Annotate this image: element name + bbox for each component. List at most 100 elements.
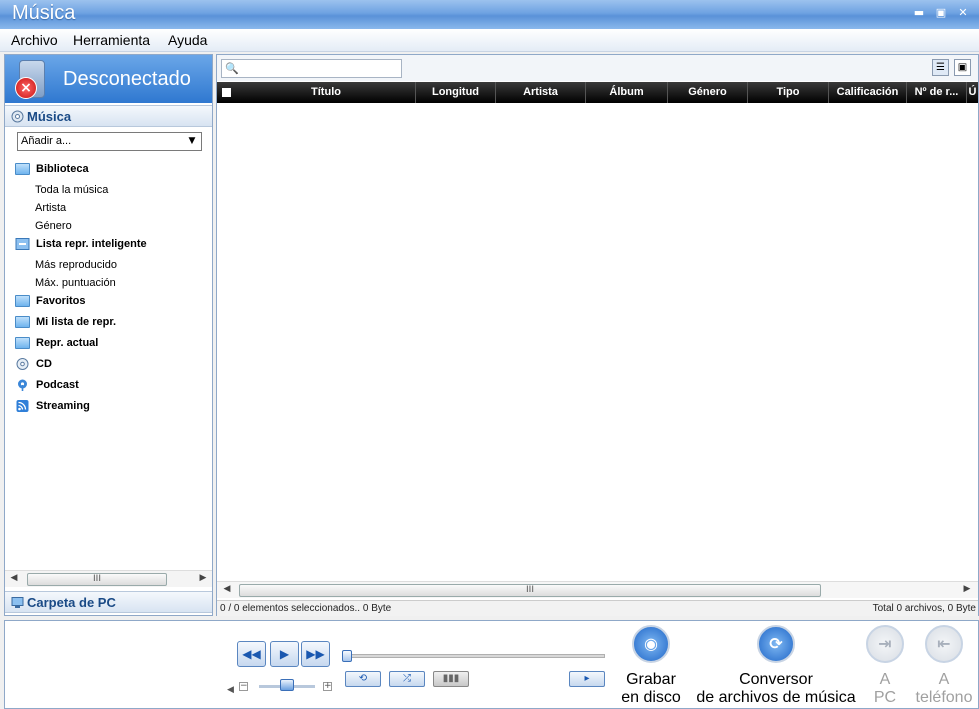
disconnected-icon: × — [15, 77, 37, 99]
menu-herramienta[interactable]: Herramienta — [73, 32, 150, 48]
to-pc-button[interactable]: ⇥ A PC — [863, 625, 907, 707]
grid-view-button[interactable]: ▣ — [954, 59, 971, 76]
tree-label: Biblioteca — [36, 163, 89, 175]
music-converter-button[interactable]: ⟳ Conversor de archivos de música — [691, 625, 861, 707]
tree-item-mi-lista[interactable]: Mi lista de repr. — [15, 316, 116, 328]
list-horizontal-scrollbar[interactable]: ◀ III ▶ — [217, 581, 978, 598]
convert-icon: ⟳ — [757, 625, 795, 663]
player-bar: ◀◀ ▶ ▶▶ ⟲ ⤮ ▮▮▮ ▸ ◀ − + ◉ Grabar en disc… — [4, 620, 979, 709]
selection-status: 0 / 0 elementos seleccionados.. 0 Byte — [220, 603, 392, 614]
column-titulo[interactable]: Título — [237, 82, 416, 103]
seek-slider[interactable] — [342, 650, 605, 662]
tree-label: Streaming — [36, 400, 90, 412]
volume-up-button[interactable]: + — [323, 682, 332, 691]
tree-item-artista[interactable]: Artista — [35, 202, 66, 214]
left-horizontal-scrollbar[interactable]: ◀ III ▶ — [5, 570, 212, 587]
add-to-dropdown[interactable]: Añadir a... ▼ — [17, 132, 202, 151]
tree-item-repr-actual[interactable]: Repr. actual — [15, 337, 98, 349]
tree-label: Mi lista de repr. — [36, 316, 117, 328]
to-phone-icon: ⇤ — [925, 625, 963, 663]
equalizer-button[interactable]: ▮▮▮ — [433, 671, 469, 687]
scroll-right-arrow[interactable]: ▶ — [196, 573, 210, 583]
burn-disc-icon: ◉ — [632, 625, 670, 663]
minimize-button[interactable]: ▬ — [911, 6, 927, 20]
smart-playlist-icon — [15, 238, 30, 250]
tree-label: Favoritos — [36, 295, 86, 307]
monitor-icon — [11, 597, 24, 608]
to-phone-button[interactable]: ⇤ A teléfono — [911, 625, 977, 707]
window-controls: ▬ ▣ ✕ — [911, 6, 971, 20]
tree-label: Repr. actual — [36, 337, 99, 349]
rss-icon — [16, 400, 29, 412]
column-artista[interactable]: Artista — [496, 82, 586, 103]
burn-label-line1: Grabar — [626, 671, 676, 688]
tree-item-podcast[interactable]: Podcast — [15, 379, 79, 391]
scroll-left-arrow[interactable]: ◀ — [7, 573, 21, 583]
scroll-right-arrow[interactable]: ▶ — [960, 584, 974, 594]
search-icon: 🔍 — [225, 62, 239, 75]
tree-item-toda-la-musica[interactable]: Toda la música — [35, 184, 108, 196]
volume-down-button[interactable]: − — [239, 682, 248, 691]
window-title: Música — [12, 2, 76, 24]
to-pc-label-line2: PC — [873, 689, 897, 706]
menu-ayuda[interactable]: Ayuda — [168, 32, 207, 48]
to-phone-label-line2: teléfono — [915, 689, 973, 706]
device-status-banner[interactable]: × Desconectado — [5, 55, 212, 103]
previous-button[interactable]: ◀◀ — [237, 641, 266, 667]
total-status: Total 0 archivos, 0 Byte — [872, 603, 976, 614]
column-numero-reproducciones[interactable]: Nº de r... — [907, 82, 967, 103]
podcast-icon — [18, 379, 27, 391]
tree-label: Podcast — [36, 379, 79, 391]
close-button[interactable]: ✕ — [955, 6, 971, 20]
tree-label: CD — [36, 358, 52, 370]
speaker-icon: ◀ — [227, 685, 234, 695]
column-ultimo[interactable]: Ú — [967, 82, 978, 103]
pc-folder-section-header[interactable]: Carpeta de PC — [5, 591, 212, 613]
menu-archivo[interactable]: Archivo — [11, 32, 58, 48]
pc-folder-title: Carpeta de PC — [27, 595, 116, 610]
scroll-left-arrow[interactable]: ◀ — [220, 584, 234, 594]
repeat-button[interactable]: ⟲ — [345, 671, 381, 687]
music-section-header[interactable]: Música — [5, 105, 212, 127]
tree-item-biblioteca[interactable]: Biblioteca — [15, 163, 89, 175]
scroll-thumb[interactable]: III — [27, 573, 167, 586]
burn-disc-button[interactable]: ◉ Grabar en disco — [617, 625, 685, 707]
column-longitud[interactable]: Longitud — [416, 82, 496, 103]
maximize-button[interactable]: ▣ — [933, 6, 949, 20]
menu-bar: Archivo Herramienta Ayuda — [0, 29, 979, 52]
play-button[interactable]: ▶ — [270, 641, 299, 667]
select-all-checkbox[interactable] — [222, 88, 231, 97]
tree-item-genero[interactable]: Género — [35, 220, 72, 232]
to-phone-label-line1: A — [938, 671, 950, 688]
folder-icon — [15, 316, 30, 328]
convert-label-line1: Conversor — [739, 671, 813, 688]
column-genero[interactable]: Género — [668, 82, 748, 103]
disc-icon — [11, 110, 24, 123]
column-tipo[interactable]: Tipo — [748, 82, 829, 103]
tree-item-favoritos[interactable]: Favoritos — [15, 295, 86, 307]
left-panel: × Desconectado Música Añadir a... ▼ Bibl… — [4, 54, 213, 616]
scroll-thumb[interactable]: III — [239, 584, 821, 597]
tree-item-streaming[interactable]: Streaming — [15, 400, 90, 412]
to-pc-icon: ⇥ — [866, 625, 904, 663]
tree-label: Lista repr. inteligente — [36, 238, 147, 250]
list-view-button[interactable]: ☰ — [932, 59, 949, 76]
seek-handle[interactable] — [342, 650, 352, 662]
volume-handle[interactable] — [280, 679, 294, 691]
shuffle-button[interactable]: ⤮ — [389, 671, 425, 687]
column-calificacion[interactable]: Calificación — [829, 82, 907, 103]
tree-item-mas-reproducido[interactable]: Más reproducido — [35, 259, 117, 271]
tree-item-lista-inteligente[interactable]: Lista repr. inteligente — [15, 238, 147, 250]
track-list-panel: 🔍 ☰ ▣ Título Longitud Artista Álbum Géne… — [216, 54, 979, 616]
expand-button[interactable]: ▸ — [569, 671, 605, 687]
list-toolbar: 🔍 ☰ ▣ — [217, 55, 978, 81]
music-section-title: Música — [27, 109, 72, 124]
folder-icon — [15, 163, 30, 175]
tree-item-cd[interactable]: CD — [15, 358, 52, 370]
next-button[interactable]: ▶▶ — [301, 641, 330, 667]
add-to-value: Añadir a... — [21, 135, 72, 147]
tree-item-max-puntuacion[interactable]: Máx. puntuación — [35, 277, 116, 289]
column-album[interactable]: Álbum — [586, 82, 668, 103]
device-status-label: Desconectado — [63, 68, 191, 90]
search-input[interactable]: 🔍 — [221, 59, 402, 78]
